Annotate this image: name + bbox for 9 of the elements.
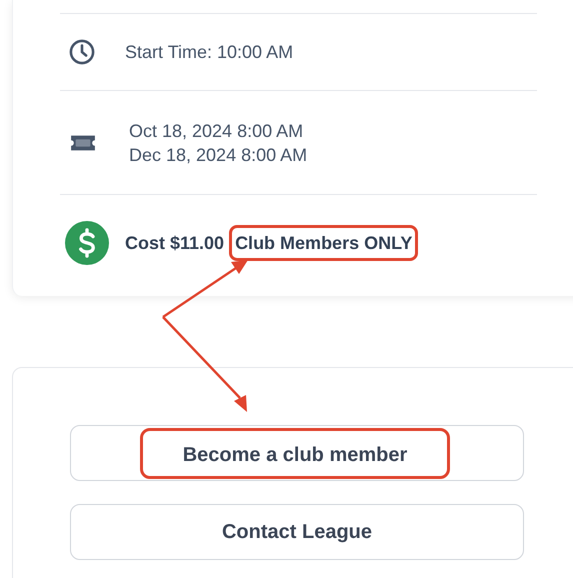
date-text: Dec 18, 2024 8:00 AM — [129, 144, 308, 166]
contact-league-button[interactable]: Contact League — [70, 504, 524, 560]
start-time-text: Start Time: 10:00 AM — [125, 41, 294, 64]
members-only-note: Club Members ONLY — [229, 224, 418, 260]
become-member-button[interactable]: Become a club member — [70, 425, 524, 481]
date-text: Oct 18, 2024 8:00 AM — [129, 120, 304, 142]
clock-icon — [68, 38, 96, 66]
cost-text: Cost $11.00 — [125, 232, 224, 254]
dollar-icon — [65, 220, 109, 264]
